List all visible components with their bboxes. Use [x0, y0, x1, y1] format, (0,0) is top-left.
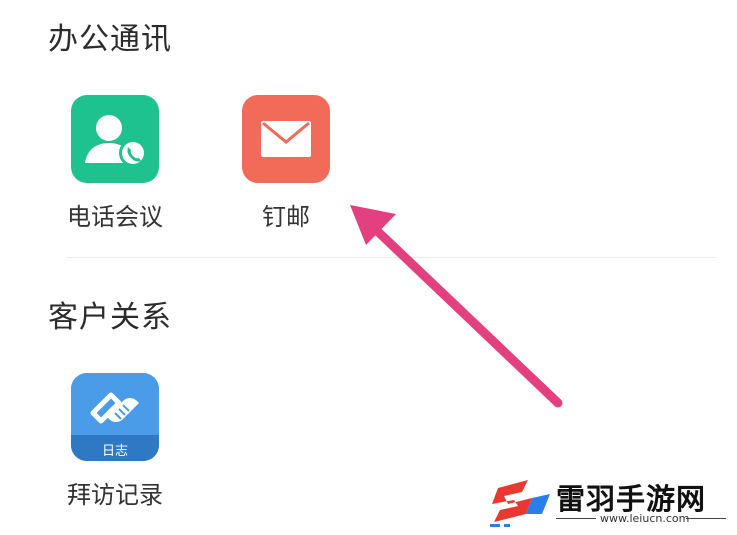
- site-watermark: 雷羽手游网 www.leiucn.com: [488, 474, 728, 530]
- annotation-arrow-icon: [350, 205, 563, 408]
- watermark-rule-right: [686, 518, 726, 519]
- app-grid-page: 办公通讯 电话会议 钉邮 客户关系 日志 拜访记录 雷羽手游网 www.leiu…: [0, 0, 737, 535]
- watermark-rule-left: [556, 518, 596, 519]
- watermark-url: www.leiucn.com: [600, 512, 690, 525]
- site-logo-icon: [490, 480, 550, 527]
